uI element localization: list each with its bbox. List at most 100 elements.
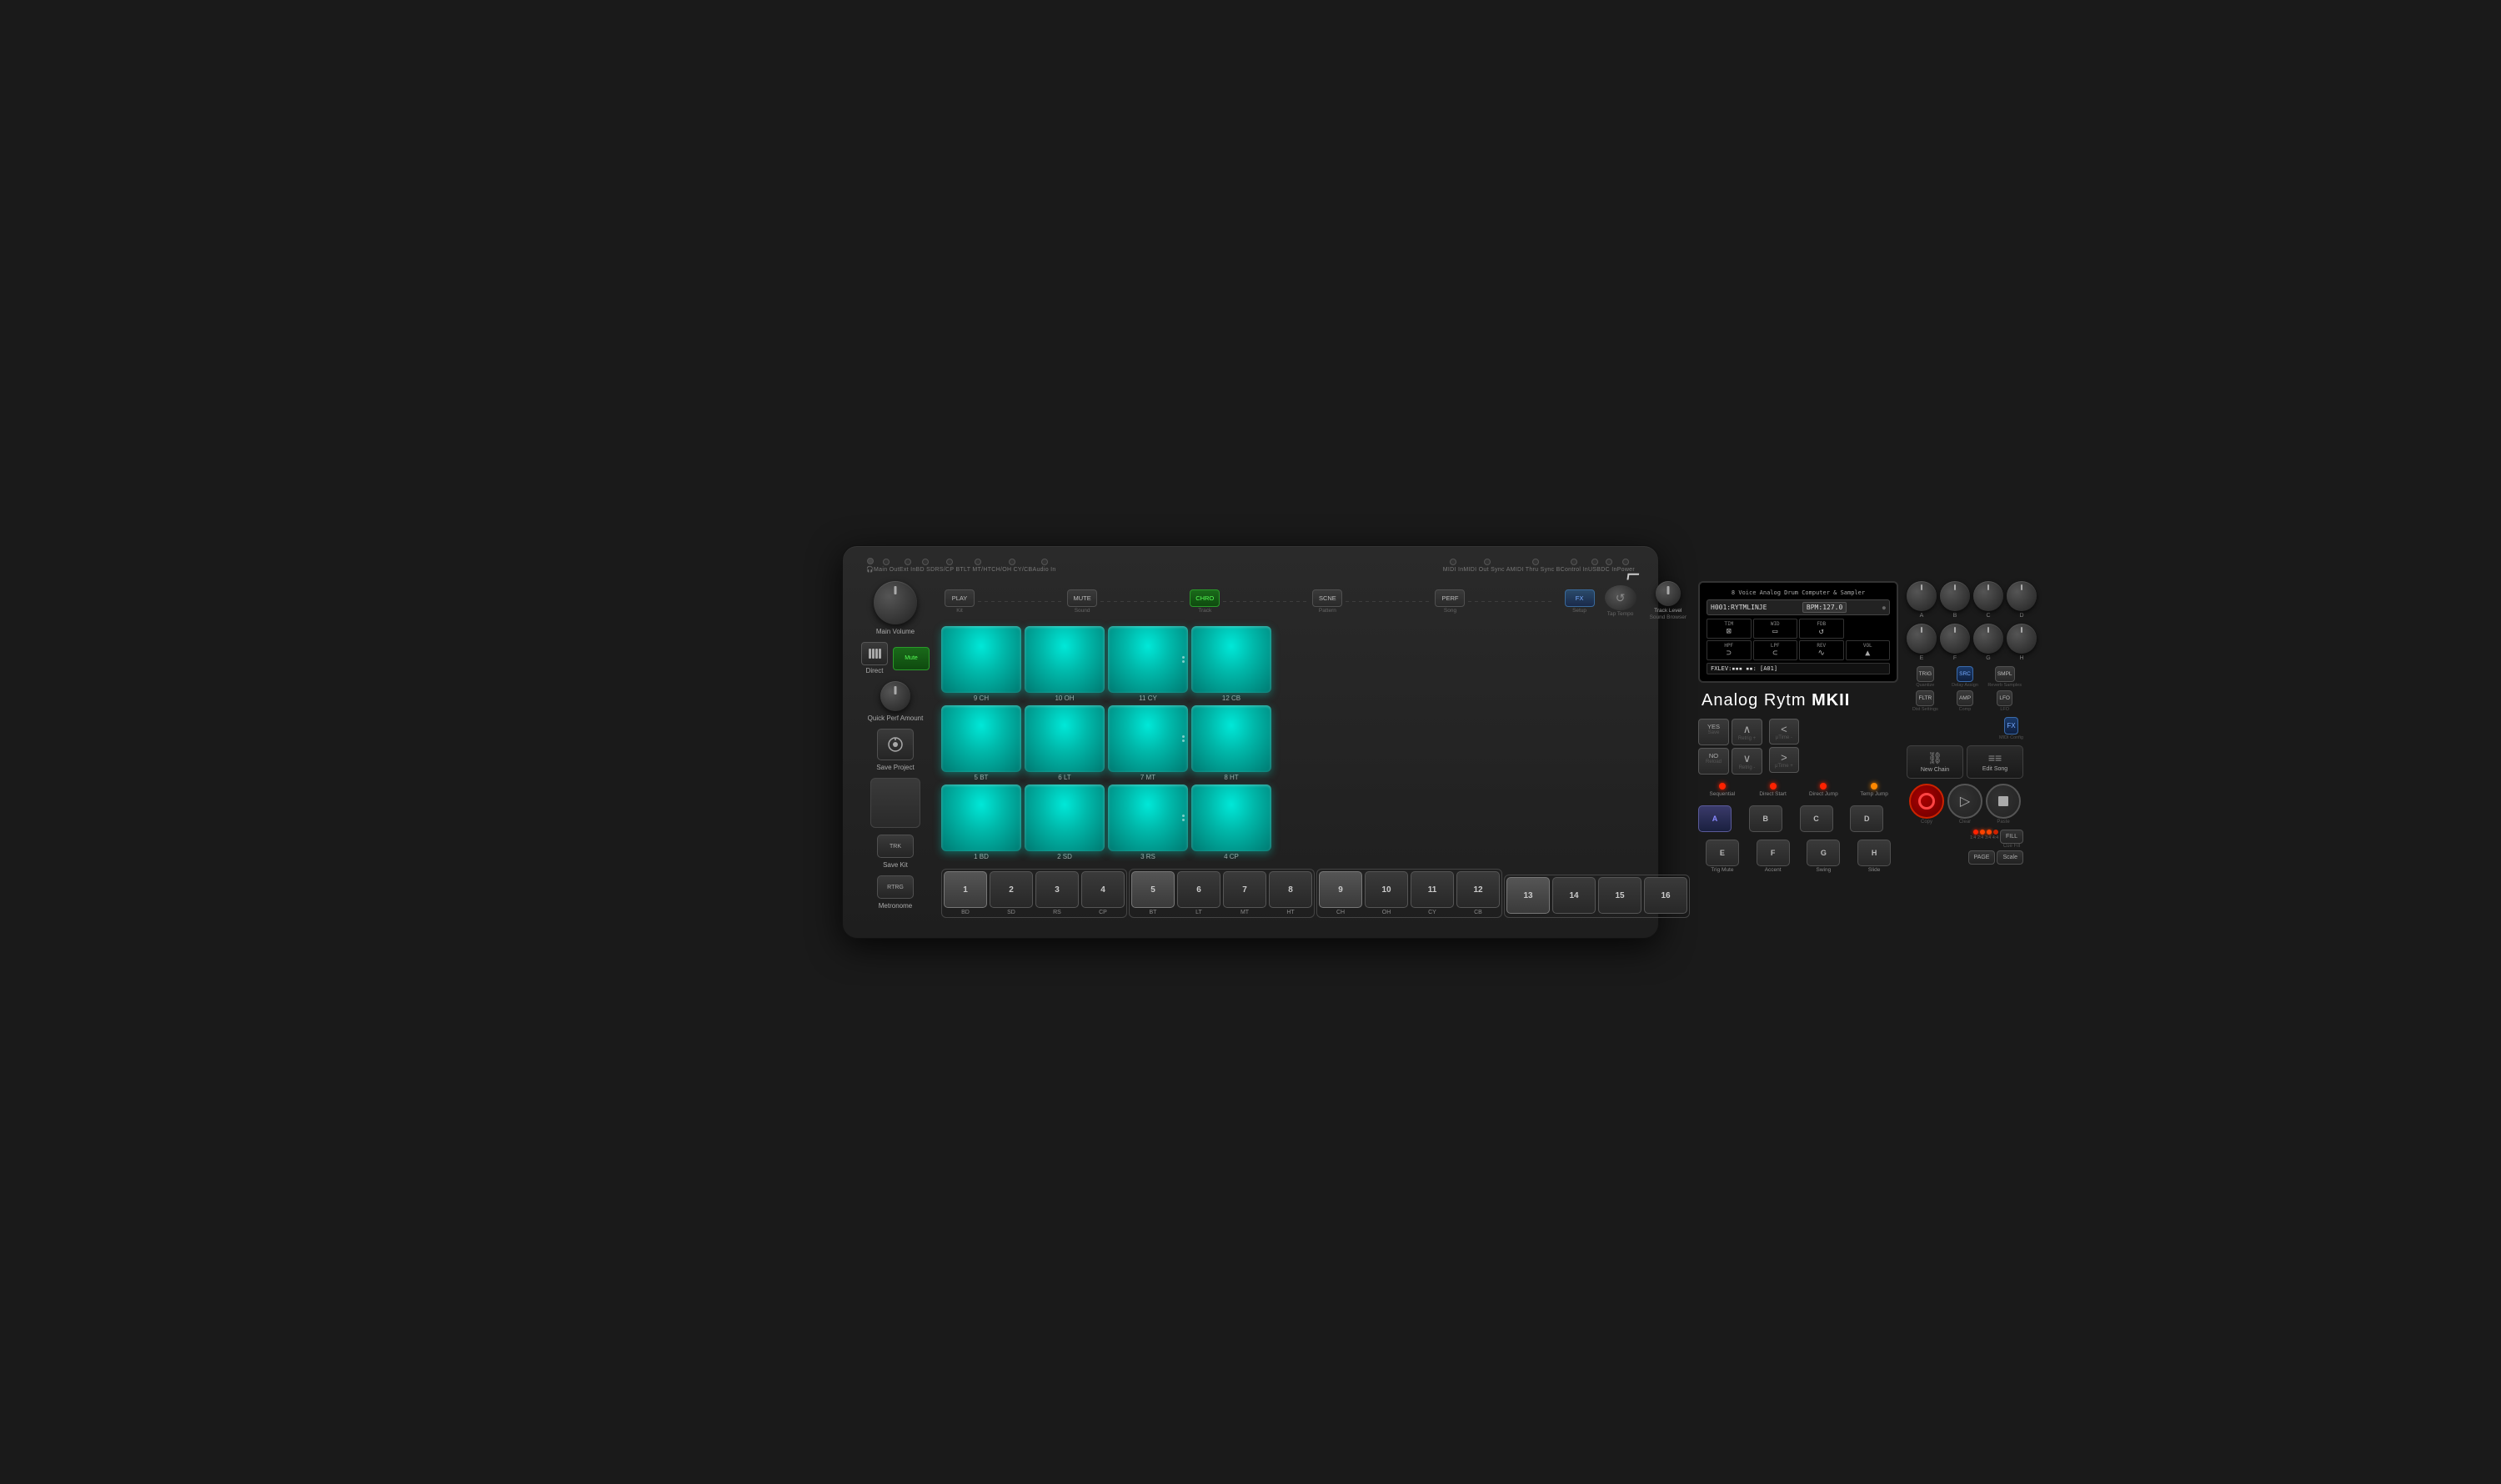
pad-12[interactable] <box>1191 626 1271 693</box>
quick-perf-knob[interactable] <box>880 681 910 711</box>
pad-7[interactable] <box>1108 705 1188 772</box>
record-btn[interactable] <box>1909 784 1944 819</box>
pad-4[interactable] <box>1191 785 1271 851</box>
right-btn[interactable]: > μTime + <box>1769 747 1799 773</box>
abcd-d-btn[interactable]: D <box>1850 805 1883 832</box>
chro-btn[interactable]: CHRO <box>1190 589 1220 607</box>
lfo-btn[interactable]: LFO <box>1997 690 2012 706</box>
pad-6-wrapper: 6 LT <box>1025 705 1105 781</box>
abcd-f-btn[interactable]: F <box>1757 840 1790 866</box>
pad-5[interactable] <box>941 705 1021 772</box>
save-kit-section: TRK Save Kit <box>877 835 914 869</box>
e-section: E Trig Mute <box>1698 840 1747 873</box>
perf-btn[interactable]: PERF <box>1435 589 1465 607</box>
step-btn-11[interactable]: 11 <box>1411 871 1454 908</box>
step-btn-9[interactable]: 9 <box>1319 871 1362 908</box>
fx-midi-row: FX MIDI Config <box>1907 717 2023 740</box>
fill-btn[interactable]: FILL <box>2000 830 2023 844</box>
abcd-b-btn[interactable]: B <box>1749 805 1782 832</box>
abcd-c-btn[interactable]: C <box>1800 805 1833 832</box>
yes-no-nav: YES Save ∧ Retrig + NO Reload ∨ Retrig - <box>1698 719 1898 775</box>
mute-btn[interactable]: Mute <box>893 647 930 670</box>
pad-11[interactable] <box>1108 626 1188 693</box>
abcd-e-btn[interactable]: E <box>1706 840 1739 866</box>
perf-sub: Song <box>1444 608 1456 614</box>
knob-b[interactable] <box>1940 581 1970 611</box>
step-btn-14[interactable]: 14 <box>1552 877 1596 914</box>
abcd-h-btn[interactable]: H <box>1857 840 1891 866</box>
metronome-btn[interactable]: RTRG <box>877 875 914 899</box>
knob-g[interactable] <box>1973 624 2003 654</box>
pad-3[interactable] <box>1108 785 1188 851</box>
direct-btn[interactable] <box>861 642 888 665</box>
pad-2[interactable] <box>1025 785 1105 851</box>
pad-1[interactable] <box>941 785 1021 851</box>
stop-btn[interactable] <box>1986 784 2021 819</box>
step-btn-6[interactable]: 6 <box>1177 871 1220 908</box>
step-btn-1[interactable]: 1 <box>944 871 987 908</box>
bpm-display: BPM:127.0 <box>1802 602 1847 613</box>
param-rev: REV ∿ <box>1799 640 1844 660</box>
retrig-minus-btn[interactable]: ∨ Retrig - <box>1732 748 1762 775</box>
pad-4-wrapper: 4 CP <box>1191 785 1271 860</box>
pad-8[interactable] <box>1191 705 1271 772</box>
abcd-g-btn[interactable]: G <box>1807 840 1840 866</box>
play-right-btn[interactable]: ▷ <box>1947 784 1982 819</box>
knob-d[interactable] <box>2007 581 2037 611</box>
pad-9[interactable] <box>941 626 1021 693</box>
step-btn-5[interactable]: 5 <box>1131 871 1175 908</box>
trig-btn[interactable]: TRIG <box>1917 666 1935 682</box>
knob-h[interactable] <box>2007 624 2037 654</box>
knob-h-label: H <box>2019 655 2023 661</box>
yes-btn[interactable]: YES Save <box>1698 719 1729 745</box>
trig-sub: Quantize <box>1916 683 1934 688</box>
step-btn-7[interactable]: 7 <box>1223 871 1266 908</box>
step-btn-2[interactable]: 2 <box>990 871 1033 908</box>
knob-e[interactable] <box>1907 624 1937 654</box>
page-btn[interactable]: PAGE <box>1968 850 1996 865</box>
pad-6[interactable] <box>1025 705 1105 772</box>
step-btn-3[interactable]: 3 <box>1035 871 1079 908</box>
knob-a[interactable] <box>1907 581 1937 611</box>
save-project-section: Save Project <box>876 729 914 771</box>
main-volume-knob[interactable] <box>874 581 917 624</box>
pad-10[interactable] <box>1025 626 1105 693</box>
edit-song-btn[interactable]: ≡≡ Edit Song <box>1967 745 2023 779</box>
play-btn[interactable]: PLAY <box>945 589 975 607</box>
tap-tempo-btn[interactable]: ↺ <box>1605 585 1636 610</box>
step-btn-16[interactable]: 16 <box>1644 877 1687 914</box>
save-project-btn[interactable] <box>877 729 914 760</box>
smpl-btn[interactable]: SMPL <box>1995 666 2015 682</box>
src-section: SRC Delay Assign <box>1947 666 1984 688</box>
track-level-knob[interactable] <box>1656 581 1681 606</box>
io-rs-cp-bt: RS/CP BT <box>935 559 964 573</box>
step-btn-4[interactable]: 4 <box>1081 871 1125 908</box>
retrig-plus-btn[interactable]: ∧ Retrig + <box>1732 719 1762 745</box>
step-btn-8[interactable]: 8 <box>1269 871 1312 908</box>
knob-f[interactable] <box>1940 624 1970 654</box>
sequential-label: Sequential <box>1710 791 1736 797</box>
step-btn-10[interactable]: 10 <box>1365 871 1408 908</box>
fx-transport-btn[interactable]: FX <box>1565 589 1595 607</box>
fltr-btn[interactable]: FLTR <box>1916 690 1934 706</box>
save-kit-btn[interactable]: TRK <box>877 835 914 858</box>
step-key-2: 2 SD <box>990 871 1033 915</box>
step-btn-15[interactable]: 15 <box>1598 877 1641 914</box>
no-btn[interactable]: NO Reload <box>1698 748 1729 775</box>
mute-transport-btn[interactable]: MUTE <box>1067 589 1097 607</box>
left-btn[interactable]: < μTime - <box>1769 719 1799 745</box>
step-btn-12[interactable]: 12 <box>1456 871 1500 908</box>
amp-btn[interactable]: AMP <box>1957 690 1973 706</box>
step-key-15: 15 <box>1598 877 1641 915</box>
scne-btn[interactable]: SCNE <box>1312 589 1342 607</box>
src-btn[interactable]: SRC <box>1957 666 1973 682</box>
step-btn-13[interactable]: 13 <box>1506 877 1550 914</box>
chro-section: CHRO Track <box>1190 589 1220 614</box>
fx-right-btn[interactable]: FX <box>2004 717 2017 734</box>
dash-4 <box>1346 601 1431 602</box>
pad-6-label: 6 LT <box>1058 774 1070 781</box>
knob-c[interactable] <box>1973 581 2003 611</box>
abcd-a-btn[interactable]: A <box>1698 805 1732 832</box>
scale-btn[interactable]: Scale <box>1997 850 2023 865</box>
new-chain-btn[interactable]: ⛓ New Chain <box>1907 745 1963 779</box>
